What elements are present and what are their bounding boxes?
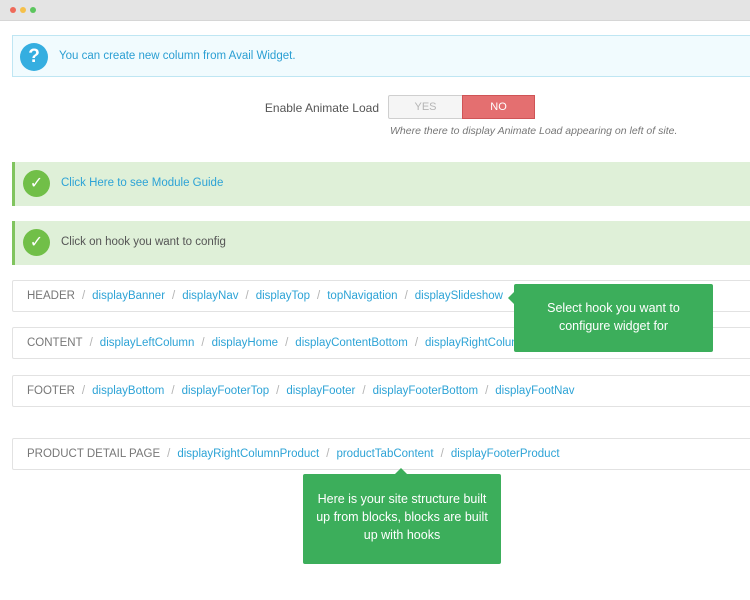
hook-link[interactable]: productTabContent xyxy=(336,448,433,460)
hook-link[interactable]: displayBottom xyxy=(92,385,164,397)
window-titlebar xyxy=(0,0,750,21)
select-hook-tooltip-text: Select hook you want to configure widget… xyxy=(547,301,680,333)
hook-link[interactable]: displayContentBottom xyxy=(295,337,408,349)
footer-section-row: FOOTER / displayBottom / displayFooterTop / di… xyxy=(12,375,750,407)
product-detail-section-row: PRODUCT DETAIL PAGE / displayRightColumnPr… xyxy=(12,438,750,470)
hook-link[interactable]: displayFooterProduct xyxy=(451,448,560,460)
module-guide-alert[interactable]: ✓ Click Here to see Module Guide xyxy=(12,162,750,206)
tooltip-arrow xyxy=(508,292,514,304)
hook-link[interactable]: displayFootNav xyxy=(495,385,574,397)
question-icon: ? xyxy=(20,43,48,71)
hook-link[interactable]: displayLeftColumn xyxy=(100,337,195,349)
hook-link[interactable]: topNavigation xyxy=(327,290,397,302)
check-icon: ✓ xyxy=(23,170,50,197)
minimize-window-dot[interactable] xyxy=(20,7,26,13)
animate-load-label: Enable Animate Load xyxy=(264,101,379,115)
animate-load-help-text: Where there to display Animate Load appe… xyxy=(390,125,678,137)
info-alert: ? You can create new column from Avail W… xyxy=(12,35,750,77)
hook-link[interactable]: displayHome xyxy=(212,337,278,349)
site-structure-tooltip: Here is your site structure built up fro… xyxy=(303,468,501,564)
hook-link[interactable]: displayTop xyxy=(256,290,310,302)
section-name: PRODUCT DETAIL PAGE xyxy=(27,448,161,460)
toggle-no-option[interactable]: NO xyxy=(462,95,535,119)
hook-link[interactable]: displayFooterTop xyxy=(182,385,270,397)
hook-config-alert: ✓ Click on hook you want to config xyxy=(12,221,750,265)
hook-link[interactable]: displayRightColumn xyxy=(425,337,527,349)
animate-load-toggle[interactable]: YES NO xyxy=(388,95,535,119)
hook-link[interactable]: displayRightColumnProduct xyxy=(177,448,319,460)
check-icon: ✓ xyxy=(23,229,50,256)
site-structure-tooltip-text: Here is your site structure built up fro… xyxy=(316,492,488,542)
section-name: CONTENT xyxy=(27,337,83,349)
hook-config-alert-text: Click on hook you want to config xyxy=(61,236,226,248)
select-hook-tooltip: Select hook you want to configure widget… xyxy=(508,284,713,352)
info-alert-text: You can create new column from Avail Wid… xyxy=(59,50,296,62)
close-window-dot[interactable] xyxy=(10,7,16,13)
hook-link[interactable]: displayFooter xyxy=(286,385,355,397)
hook-link[interactable]: displayBanner xyxy=(92,290,165,302)
hook-link[interactable]: displayNav xyxy=(182,290,238,302)
tooltip-arrow xyxy=(395,468,407,474)
hook-link[interactable]: displaySlideshow xyxy=(415,290,503,302)
section-name: FOOTER xyxy=(27,385,75,397)
hook-link[interactable]: displayFooterBottom xyxy=(373,385,478,397)
module-guide-link[interactable]: Click Here to see Module Guide xyxy=(61,177,223,189)
toggle-yes-option[interactable]: YES xyxy=(389,96,462,118)
maximize-window-dot[interactable] xyxy=(30,7,36,13)
section-name: HEADER xyxy=(27,290,75,302)
